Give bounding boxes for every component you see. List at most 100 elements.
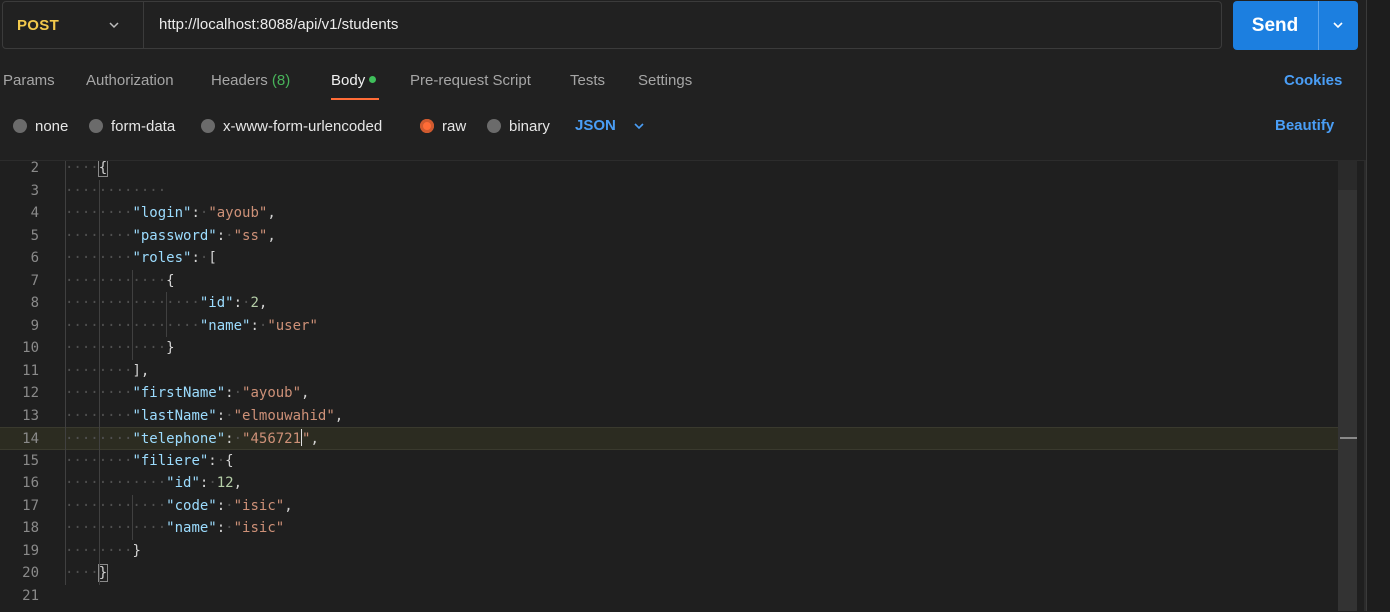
code-line: 8················"id":·2, bbox=[0, 292, 1338, 315]
method-selector[interactable]: POST bbox=[3, 2, 144, 48]
send-label: Send bbox=[1251, 15, 1299, 36]
radio-label: x-www-form-urlencoded bbox=[223, 118, 383, 135]
method-label: POST bbox=[17, 17, 60, 34]
code-line: 5········"password":·"ss", bbox=[0, 225, 1338, 248]
code-content: ················"name":·"user" bbox=[65, 315, 318, 338]
json-key: "password" bbox=[132, 227, 217, 244]
code-token: , bbox=[233, 475, 243, 491]
tab-label: Tests bbox=[570, 72, 606, 89]
tab-label: Authorization bbox=[86, 72, 174, 89]
line-number: 14 bbox=[22, 431, 39, 447]
request-tabs: Params Authorization Headers (8) Body Pr… bbox=[0, 70, 1366, 100]
code-content: ············ bbox=[65, 180, 166, 203]
format-dropdown[interactable]: JSON bbox=[575, 117, 616, 134]
tab-body[interactable]: Body bbox=[331, 72, 377, 89]
line-number: 7 bbox=[30, 272, 39, 289]
line-number: 20 bbox=[22, 565, 39, 581]
code-token: : bbox=[233, 295, 243, 311]
radio-label: none bbox=[35, 118, 69, 135]
code-content: ········"lastName":·"elmouwahid", bbox=[65, 405, 343, 428]
indent-guide bbox=[98, 179, 100, 585]
headers-count-badge: (8) bbox=[271, 72, 291, 89]
code-token: : bbox=[216, 227, 226, 244]
editor-scrollbar-thumb[interactable] bbox=[1338, 190, 1357, 611]
whitespace-markers: ···· bbox=[65, 160, 99, 176]
whitespace-markers: ···· bbox=[132, 182, 167, 199]
cookies-link[interactable]: Cookies bbox=[1284, 72, 1342, 89]
code-line: 10 ············} bbox=[0, 337, 1338, 360]
json-key: "name" bbox=[199, 317, 251, 334]
code-token: } bbox=[97, 564, 109, 582]
code-line: 7 ············{ bbox=[0, 270, 1338, 293]
json-key: "firstName" bbox=[132, 385, 226, 401]
code-line: 9 ················"name":·"user" bbox=[0, 315, 1338, 338]
code-content: ········"telephone":·"456721", bbox=[65, 428, 319, 451]
radio-label: form-data bbox=[111, 118, 176, 135]
beautify-button[interactable]: Beautify bbox=[1275, 117, 1334, 134]
line-number: 12 bbox=[22, 385, 39, 401]
indent-guide bbox=[132, 494, 134, 540]
tab-settings[interactable]: Settings bbox=[638, 72, 692, 89]
whitespace-markers: · bbox=[225, 407, 234, 424]
right-sidebar bbox=[1366, 0, 1390, 611]
scrollbar-cursor-marker bbox=[1340, 437, 1357, 439]
tab-headers[interactable]: Headers (8) bbox=[211, 72, 290, 89]
code-content: ············"id":·12, bbox=[65, 472, 242, 495]
code-content: ············{ bbox=[65, 270, 175, 293]
code-content: ········"password":·"ss", bbox=[65, 225, 276, 248]
tab-pre-request-script[interactable]: Pre-request Script bbox=[410, 72, 531, 89]
json-string: "ss" bbox=[233, 227, 268, 244]
chevron-down-icon[interactable] bbox=[633, 120, 645, 132]
line-number: 16 bbox=[22, 475, 39, 491]
code-token: ], bbox=[132, 362, 150, 379]
request-url-bar: POST http://localhost:8088/api/v1/studen… bbox=[2, 1, 1222, 49]
json-key: "telephone" bbox=[132, 431, 226, 447]
whitespace-markers: · bbox=[233, 431, 243, 447]
send-button[interactable]: Send bbox=[1233, 1, 1358, 50]
line-number: 11 bbox=[22, 362, 39, 379]
code-token: , bbox=[267, 227, 276, 244]
tab-label: Body bbox=[331, 72, 366, 89]
chevron-down-icon bbox=[109, 22, 119, 29]
active-tab-indicator bbox=[331, 98, 379, 100]
code-token: [ bbox=[208, 250, 217, 266]
json-key: "filiere" bbox=[132, 452, 209, 469]
code-editor[interactable]: 2····{3············4········"login":·"ay… bbox=[0, 160, 1366, 612]
code-line: 11 ········], bbox=[0, 360, 1338, 383]
code-token: , bbox=[301, 385, 310, 401]
code-line: 16 ············"id":·12, bbox=[0, 472, 1338, 495]
tab-tests[interactable]: Tests bbox=[570, 72, 605, 89]
line-number: 5 bbox=[30, 227, 39, 244]
json-string: "456721 bbox=[242, 431, 302, 447]
code-token: : bbox=[225, 431, 234, 447]
code-content: ····} bbox=[65, 562, 109, 585]
code-line: 4 ········"login":·"ayoub", bbox=[0, 202, 1338, 225]
tab-authorization[interactable]: Authorization bbox=[86, 72, 174, 89]
json-string: "elmouwahid" bbox=[233, 407, 335, 424]
line-number: 18 bbox=[22, 520, 39, 536]
code-line: 2 ····{ bbox=[0, 160, 1338, 180]
indent-guide bbox=[132, 269, 134, 360]
whitespace-markers: · bbox=[225, 227, 234, 244]
whitespace-markers: · bbox=[225, 520, 234, 536]
json-string: "ayoub" bbox=[242, 385, 302, 401]
chevron-down-icon[interactable] bbox=[1331, 18, 1345, 32]
code-content: ············} bbox=[65, 337, 175, 360]
whitespace-markers: ············ bbox=[65, 340, 167, 356]
line-number: 9 bbox=[30, 317, 39, 334]
line-number: 17 bbox=[22, 497, 39, 514]
tab-params[interactable]: Params bbox=[3, 72, 55, 89]
whitespace-markers: · bbox=[208, 475, 217, 491]
code-line: 3 ············ bbox=[0, 180, 1338, 203]
json-string: "isic" bbox=[233, 497, 285, 514]
url-input[interactable]: http://localhost:8088/api/v1/students bbox=[159, 16, 398, 33]
whitespace-markers: · bbox=[216, 452, 226, 469]
body-type-selector: none form-data x-www-form-urlencoded raw… bbox=[0, 114, 1366, 142]
code-content: ········"filiere":·{ bbox=[65, 450, 234, 473]
line-number: 4 bbox=[30, 205, 39, 221]
body-modified-dot bbox=[369, 76, 377, 83]
send-divider bbox=[1318, 1, 1319, 50]
code-token: , bbox=[284, 497, 293, 514]
line-number: 10 bbox=[22, 340, 39, 356]
json-key: "id" bbox=[166, 475, 200, 491]
